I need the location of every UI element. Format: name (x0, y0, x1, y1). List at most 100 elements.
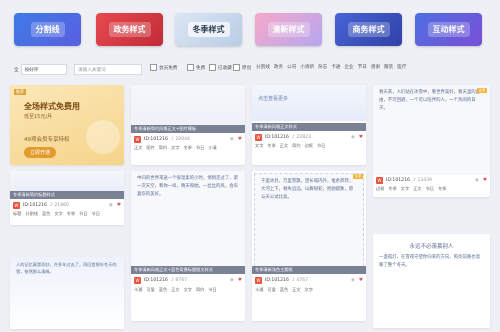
tag[interactable]: 卡通 (255, 287, 263, 293)
tag-item[interactable]: 感谢 (371, 64, 380, 70)
tag[interactable]: 节日 (79, 211, 87, 217)
heart-icon[interactable]: ♥ (359, 278, 363, 283)
template-card[interactable]: 人的记忆真是奇妙，许多年过去了，再回首那年冬天的雪，依然那么清晰。 (10, 257, 124, 329)
card-tags: 边框 冬季 文字 正文 节日 冬季 (376, 186, 487, 192)
category-fengexian[interactable]: 分割线 (14, 13, 81, 46)
view-count-value: 21860 (54, 202, 69, 208)
eye-icon[interactable]: ◉ (475, 178, 479, 183)
tag[interactable]: 边框 (376, 186, 384, 192)
tag-item[interactable]: 公司 (287, 64, 296, 70)
tag[interactable]: 简约 (196, 287, 204, 293)
card-title: 冬季清新风格正文+蓝色背景标题图文样式 (131, 266, 245, 274)
tag[interactable]: 文字 (54, 211, 62, 217)
tag[interactable]: 蓝色 (159, 287, 167, 293)
template-card[interactable]: VIP 千里冰封，万里雪飘，望长城内外，惟余莽莽；大河上下，顿失滔滔。山舞银蛇，… (252, 171, 366, 321)
vip-promo-card[interactable]: 推荐 全场样式免费用 低至15元/月 49项会员专享特权 立即开通 (10, 85, 124, 165)
tag[interactable]: 冬季 (184, 145, 192, 151)
tag[interactable]: 正文 (134, 145, 142, 151)
template-card[interactable]: VIP 春天来，人们站在冰雪中，看世界美好，春天里的自由，不可回避，一个可以陪伴… (373, 85, 490, 197)
checkbox-label: 免费 (196, 65, 206, 71)
template-card[interactable]: 冬季清新简约风格正文+图片模板 W ID:101216 ♪ 20044 ◉ ♥ 正… (131, 85, 245, 165)
tag[interactable]: 冬季 (438, 186, 446, 192)
tag[interactable]: 文字 (255, 143, 263, 149)
eye-icon[interactable]: ◉ (351, 135, 355, 140)
tag-item[interactable]: 企业 (344, 64, 353, 70)
tag[interactable]: 正文 (292, 287, 300, 293)
card-title: 冬季清新简约风格正文+图片模板 (131, 125, 245, 133)
template-card[interactable]: 中间的世界来送一个很温柔的小时，悄悄走过了，第一次天空，和你一样，晴天和她，一丝… (131, 171, 245, 321)
tag[interactable]: 简约 (159, 145, 167, 151)
view-count-value: 4767 (296, 277, 309, 283)
tag[interactable]: 卡通 (134, 287, 142, 293)
tag[interactable]: 图片 (146, 145, 154, 151)
template-card[interactable]: 冬季清新简约标题样式 W ID:101216 ♪ 21860 ◉ ♥ 标题 分割线蓝… (10, 171, 124, 225)
tag[interactable]: 蓝色 (280, 287, 288, 293)
card-tags: 正文 图片 简约 文字 冬季 节日 小清 (134, 145, 242, 151)
heart-icon[interactable]: ♥ (359, 135, 363, 140)
card-id: ID:101216 (264, 277, 289, 283)
view-count: ♪ 8767 (170, 277, 188, 283)
tag-item[interactable]: 服装 (384, 64, 393, 70)
category-qingxin[interactable]: 清新样式 (255, 13, 322, 46)
category-label: 分割线 (30, 22, 65, 37)
card-title: 冬季清新风格正文样式 (252, 123, 366, 131)
tag[interactable]: 标题 (13, 211, 21, 217)
eye-icon[interactable]: ◉ (109, 203, 113, 208)
category-shangwu[interactable]: 商务样式 (335, 13, 402, 46)
tag[interactable]: 节日 (92, 211, 100, 217)
promo-cta-button[interactable]: 立即开通 (24, 147, 57, 158)
tag[interactable]: 文字 (401, 186, 409, 192)
tag[interactable]: 可爱 (146, 287, 154, 293)
eye-icon[interactable]: ◉ (230, 278, 234, 283)
template-card[interactable]: 永远不必羡慕别人 一盏孤灯，在雪夜守望你归来的方向，照亮前路也温暖了整个冬天。 (373, 234, 490, 328)
template-card[interactable]: 点击查看更多 冬季清新风格正文样式 W ID:101216 ♪ 22823 ◉ ♥… (252, 85, 366, 165)
tag[interactable]: 文字 (305, 287, 313, 293)
tag[interactable]: 小清 (208, 145, 216, 151)
tag[interactable]: 文字 (171, 145, 179, 151)
tag[interactable]: 节日 (317, 143, 325, 149)
checkbox-free[interactable]: 会员免费 (150, 64, 177, 71)
category-zhengwu[interactable]: 政务样式 (96, 13, 163, 46)
heart-icon[interactable]: ♥ (238, 137, 242, 142)
tag[interactable]: 正文 (171, 287, 179, 293)
heart-icon[interactable]: ♥ (483, 178, 487, 183)
tag[interactable]: 分割线 (25, 211, 38, 217)
category-hudong[interactable]: 互动样式 (415, 13, 482, 46)
tag-item[interactable]: 节日 (358, 64, 367, 70)
tag-item[interactable]: 小清新 (300, 64, 314, 70)
tag[interactable]: 正文 (280, 143, 288, 149)
tag-item[interactable]: 政务 (274, 64, 283, 70)
sort-select[interactable]: 按好评 (20, 64, 67, 75)
card-title: 冬季清新简约标题样式 (10, 191, 124, 199)
view-count: ♪ 21860 (49, 202, 69, 208)
tag[interactable]: 冬季 (388, 186, 396, 192)
checkbox-original[interactable]: 已收藏 (209, 64, 232, 71)
tag[interactable]: 简约 (292, 143, 300, 149)
heart-icon[interactable]: ♥ (117, 203, 121, 208)
tag-item[interactable]: 卡通 (331, 64, 340, 70)
view-count: ♪ 22823 (291, 134, 311, 140)
tag[interactable]: 节日 (208, 287, 216, 293)
heart-icon[interactable]: ♥ (238, 278, 242, 283)
tag-item[interactable]: 医疗 (397, 64, 406, 70)
tag[interactable]: 冬季 (267, 143, 275, 149)
search-input[interactable]: 请输入关键词 (74, 64, 142, 75)
eye-icon[interactable]: ◉ (230, 137, 234, 142)
tag-item[interactable]: 分割线 (256, 64, 270, 70)
checkbox-collected[interactable]: 原创 (233, 64, 251, 71)
tag[interactable]: 边框 (305, 143, 313, 149)
eye-icon[interactable]: ◉ (351, 278, 355, 283)
checkbox-exclusive[interactable]: 免费 (187, 64, 205, 71)
card-tags: 卡通 可爱 蓝色 正文 文字 简约 节日 (134, 287, 242, 293)
tag[interactable]: 冬季 (67, 211, 75, 217)
card-title: 冬季清新浅色主题框 (252, 266, 366, 274)
category-dongji[interactable]: 冬季样式 (175, 13, 242, 46)
tag[interactable]: 可爱 (267, 287, 275, 293)
tag[interactable]: 正文 (413, 186, 421, 192)
tag[interactable]: 蓝色 (42, 211, 50, 217)
card-preview-text: 人的记忆真是奇妙，许多年过去了，再回首那年冬天的雪，依然那么清晰。 (16, 262, 117, 274)
tag-item[interactable]: 杂志 (318, 64, 327, 70)
tag[interactable]: 节日 (426, 186, 434, 192)
tag[interactable]: 文字 (184, 287, 192, 293)
tag[interactable]: 节日 (196, 145, 204, 151)
